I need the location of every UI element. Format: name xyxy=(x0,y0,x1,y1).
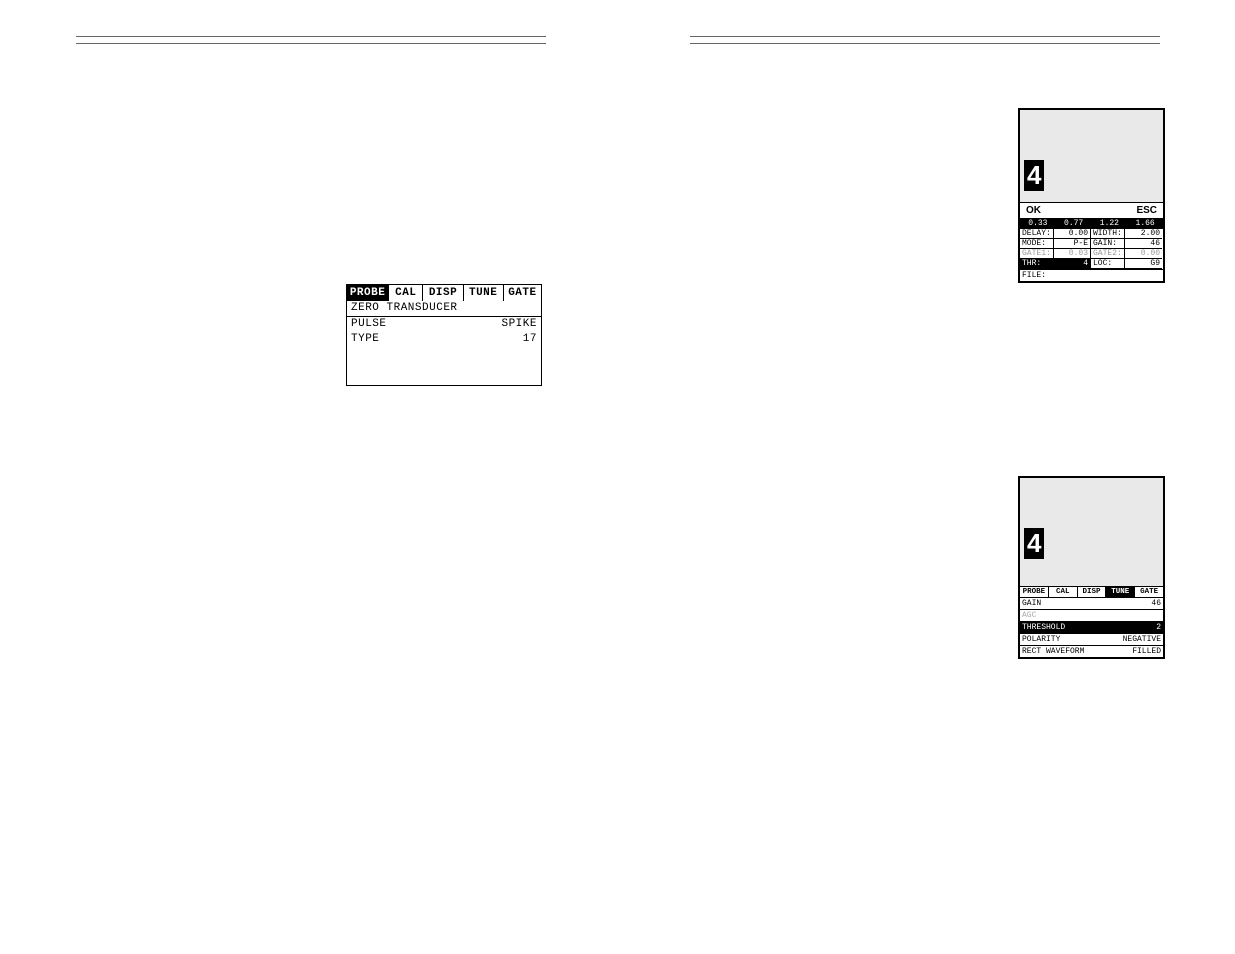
row-value: NEGATIVE xyxy=(1123,634,1161,645)
row-value: FILLED xyxy=(1132,646,1161,657)
hot-value: P-E xyxy=(1054,239,1091,249)
row-value: SPIKE xyxy=(501,317,537,332)
tune-menu-tabrow: PROBE CAL DISP TUNE GATE xyxy=(1020,587,1163,597)
page-rule-right xyxy=(690,36,1160,44)
hot-value: 4 xyxy=(1054,259,1091,269)
page-rule-left xyxy=(76,36,546,44)
tab-disp[interactable]: DISP xyxy=(1078,587,1107,597)
tab-probe[interactable]: PROBE xyxy=(347,285,389,301)
tab-tune[interactable]: TUNE xyxy=(1106,587,1135,597)
menu-row-type[interactable]: TYPE 17 xyxy=(347,332,541,347)
menu-row-polarity[interactable]: POLARITY NEGATIVE xyxy=(1020,633,1163,645)
tab-cal[interactable]: CAL xyxy=(389,285,423,301)
hot-key: THR: xyxy=(1020,259,1054,269)
big-reading: 4 xyxy=(1024,160,1044,191)
waveform-area: 4 xyxy=(1020,478,1163,587)
hot-value: 0.00 xyxy=(1125,249,1162,259)
row-label: THRESHOLD xyxy=(1022,622,1065,633)
row-value: 46 xyxy=(1151,598,1161,609)
waveform-area: 4 xyxy=(1020,110,1163,203)
hotmenu-row-delay[interactable]: DELAY: 0.00 WIDTH: 2.00 xyxy=(1020,229,1163,239)
ok-button[interactable]: OK xyxy=(1026,205,1041,216)
hotmenu-row-mode[interactable]: MODE: P-E GAIN: 46 xyxy=(1020,239,1163,249)
row-label: PULSE xyxy=(351,317,387,332)
row-label: AGC xyxy=(1022,610,1036,621)
probe-menu-tabrow: PROBE CAL DISP TUNE GATE xyxy=(347,285,541,301)
menu-row-threshold[interactable]: THRESHOLD 2 xyxy=(1020,621,1163,633)
big-reading: 4 xyxy=(1024,528,1044,559)
hot-value: 46 xyxy=(1125,239,1162,249)
menu-row-agc[interactable]: AGC xyxy=(1020,609,1163,621)
tab-gate[interactable]: GATE xyxy=(1135,587,1163,597)
ruler-tick: 0.77 xyxy=(1064,219,1083,229)
tab-disp[interactable]: DISP xyxy=(423,285,463,301)
row-value: 2 xyxy=(1156,622,1161,633)
tab-cal[interactable]: CAL xyxy=(1049,587,1078,597)
esc-button[interactable]: ESC xyxy=(1136,205,1157,216)
ruler-tick: 1.66 xyxy=(1136,219,1155,229)
hotmenu-row-gate[interactable]: GATE1: 0.03 GATE2: 0.00 xyxy=(1020,249,1163,259)
scale-ruler: 0.33 0.77 1.22 1.66 xyxy=(1020,219,1163,229)
tune-menu-panel: 4 PROBE CAL DISP TUNE GATE GAIN 46 AGC T… xyxy=(1018,476,1165,659)
tab-probe[interactable]: PROBE xyxy=(1020,587,1049,597)
row-label: GAIN xyxy=(1022,598,1041,609)
hot-value: G9 xyxy=(1125,259,1162,269)
hot-value: 2.00 xyxy=(1125,229,1162,239)
hot-key: GATE2: xyxy=(1091,249,1125,259)
hot-value: 0.03 xyxy=(1054,249,1091,259)
row-label: POLARITY xyxy=(1022,634,1060,645)
hot-key: GATE1: xyxy=(1020,249,1054,259)
tab-tune[interactable]: TUNE xyxy=(464,285,504,301)
menu-row-gain[interactable]: GAIN 46 xyxy=(1020,597,1163,609)
hot-key: GAIN: xyxy=(1091,239,1125,249)
probe-menu-panel: PROBE CAL DISP TUNE GATE ZERO TRANSDUCER… xyxy=(346,284,542,386)
hot-key: MODE: xyxy=(1020,239,1054,249)
ok-esc-bar: OK ESC xyxy=(1020,203,1163,219)
waveform-hotmenu-panel: 4 OK ESC 0.33 0.77 1.22 1.66 DELAY: 0.00… xyxy=(1018,108,1165,283)
ruler-tick: 0.33 xyxy=(1028,219,1047,229)
row-label: RECT WAVEFORM xyxy=(1022,646,1084,657)
hotmenu-row-thr[interactable]: THR: 4 LOC: G9 xyxy=(1020,259,1163,269)
hot-key: WIDTH: xyxy=(1091,229,1125,239)
menu-row-rect[interactable]: RECT WAVEFORM FILLED xyxy=(1020,645,1163,657)
row-value: 17 xyxy=(523,332,537,347)
row-label: ZERO TRANSDUCER xyxy=(351,301,458,316)
ruler-tick: 1.22 xyxy=(1100,219,1119,229)
hot-key: LOC: xyxy=(1091,259,1125,269)
menu-row-pulse[interactable]: PULSE SPIKE xyxy=(347,317,541,332)
hot-key: DELAY: xyxy=(1020,229,1054,239)
file-row[interactable]: FILE: xyxy=(1020,269,1163,281)
row-label: TYPE xyxy=(351,332,379,347)
tab-gate[interactable]: GATE xyxy=(504,285,541,301)
menu-row-zero[interactable]: ZERO TRANSDUCER xyxy=(347,301,541,317)
hot-value: 0.00 xyxy=(1054,229,1091,239)
